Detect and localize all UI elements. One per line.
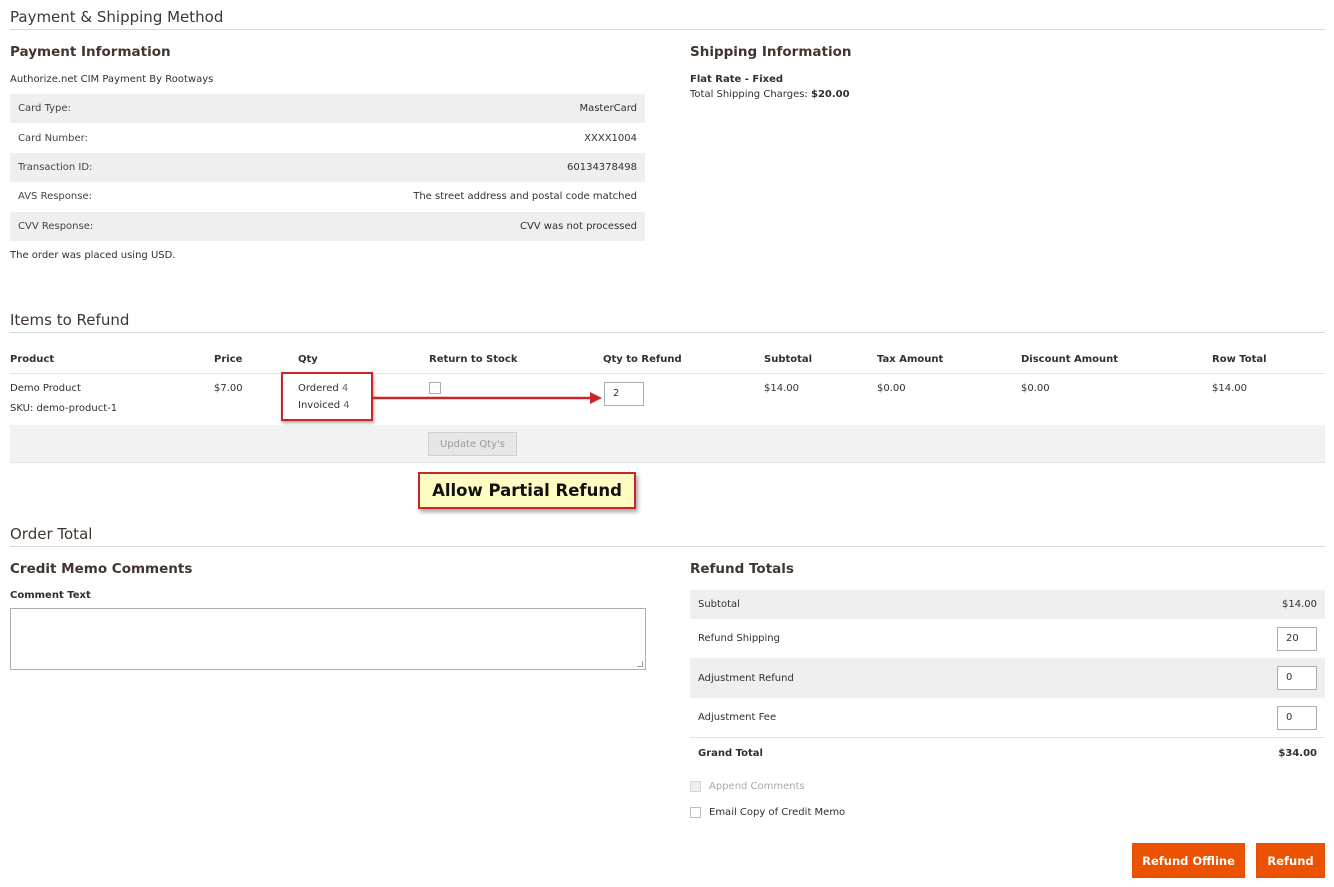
- refund-button[interactable]: Refund: [1256, 843, 1325, 878]
- payment-method-name: Authorize.net CIM Payment By Rootways: [10, 74, 214, 85]
- shipping-information-title: Shipping Information: [690, 44, 852, 60]
- append-comments-option[interactable]: Append Comments: [690, 781, 805, 792]
- shipping-charges-value: $20.00: [811, 89, 850, 100]
- payment-row-label: CVV Response:: [18, 220, 94, 232]
- adjustment-fee-label: Adjustment Fee: [698, 712, 777, 723]
- resize-grip-icon[interactable]: [637, 661, 643, 667]
- qty-to-refund-input[interactable]: 2: [604, 382, 644, 406]
- payment-information-title: Payment Information: [10, 44, 171, 60]
- refund-shipping-input[interactable]: 20: [1277, 626, 1317, 651]
- refund-totals-title: Refund Totals: [690, 561, 794, 577]
- table-row: Demo Product SKU: demo-product-1 $7.00 O…: [10, 374, 1325, 424]
- refund-subtotal-row: Subtotal $14.00: [690, 590, 1325, 619]
- item-discount-amount: $0.00: [1021, 383, 1050, 394]
- grand-total-label: Grand Total: [698, 748, 763, 759]
- section-title-payment-shipping: Payment & Shipping Method: [10, 8, 224, 26]
- payment-row-value: MasterCard: [579, 103, 637, 115]
- column-header-price: Price: [214, 354, 243, 365]
- grand-total-value: $34.00: [1278, 748, 1317, 759]
- payment-row-avs-response: AVS Response: The street address and pos…: [10, 182, 645, 211]
- column-header-qty: Qty: [298, 354, 318, 365]
- item-price: $7.00: [214, 383, 243, 394]
- credit-memo-comments-title: Credit Memo Comments: [10, 561, 193, 577]
- section-divider: [10, 332, 1325, 333]
- payment-row-value: 60134378498: [567, 161, 637, 173]
- column-header-discount-amount: Discount Amount: [1021, 354, 1119, 365]
- refund-subtotal-value: $14.00: [1282, 599, 1317, 610]
- order-currency-note: The order was placed using USD.: [10, 250, 176, 261]
- grand-total-row: Grand Total $34.00: [690, 739, 1325, 768]
- refund-subtotal-label: Subtotal: [698, 599, 740, 610]
- items-table-header: Product Price Qty Return to Stock Qty to…: [10, 352, 1325, 374]
- adjustment-refund-row: Adjustment Refund 0: [690, 658, 1325, 698]
- email-copy-checkbox[interactable]: [690, 807, 701, 818]
- payment-row-cvv-response: CVV Response: CVV was not processed: [10, 211, 645, 241]
- column-header-row-total: Row Total: [1212, 354, 1267, 365]
- payment-details-table: Card Type: MasterCard Card Number: XXXX1…: [10, 94, 645, 241]
- payment-row-card-number: Card Number: XXXX1004: [10, 123, 645, 152]
- payment-row-transaction-id: Transaction ID: 60134378498: [10, 152, 645, 183]
- comment-text-label: Comment Text: [10, 590, 91, 601]
- annotation-label: Allow Partial Refund: [418, 472, 636, 509]
- item-subtotal: $14.00: [764, 383, 799, 394]
- refund-shipping-row: Refund Shipping 20: [690, 619, 1325, 658]
- column-header-subtotal: Subtotal: [764, 354, 813, 365]
- column-header-tax-amount: Tax Amount: [877, 354, 944, 365]
- adjustment-refund-label: Adjustment Refund: [698, 672, 794, 684]
- shipping-method-name: Flat Rate - Fixed: [690, 74, 784, 85]
- append-comments-checkbox[interactable]: [690, 781, 701, 792]
- section-divider: [10, 29, 1325, 30]
- adjustment-fee-input[interactable]: 0: [1277, 705, 1317, 730]
- adjustment-fee-row: Adjustment Fee 0: [690, 698, 1325, 738]
- email-copy-label: Email Copy of Credit Memo: [709, 807, 846, 818]
- update-qtys-button[interactable]: Update Qty's: [428, 432, 517, 456]
- refund-offline-button[interactable]: Refund Offline: [1132, 843, 1245, 878]
- column-header-return-to-stock: Return to Stock: [429, 354, 518, 365]
- payment-row-label: Card Number:: [18, 132, 88, 144]
- payment-row-label: Transaction ID:: [18, 161, 93, 173]
- adjustment-refund-input[interactable]: 0: [1277, 666, 1317, 690]
- payment-row-label: Card Type:: [18, 103, 71, 115]
- item-tax-amount: $0.00: [877, 383, 906, 394]
- column-header-product: Product: [10, 354, 55, 365]
- product-name: Demo Product: [10, 383, 81, 394]
- section-title-order-total: Order Total: [10, 525, 93, 543]
- email-copy-option[interactable]: Email Copy of Credit Memo: [690, 807, 845, 818]
- product-sku: SKU: demo-product-1: [10, 403, 118, 414]
- payment-row-label: AVS Response:: [18, 191, 92, 203]
- append-comments-label: Append Comments: [709, 781, 805, 792]
- column-header-qty-to-refund: Qty to Refund: [603, 354, 682, 365]
- payment-row-value: XXXX1004: [584, 132, 637, 144]
- comment-text-area[interactable]: [10, 608, 646, 670]
- section-title-items-to-refund: Items to Refund: [10, 311, 130, 329]
- annotation-arrow: [372, 392, 602, 404]
- shipping-charges-label: Total Shipping Charges:: [690, 89, 808, 100]
- annotation-highlight-box: [281, 372, 373, 421]
- shipping-charges: Total Shipping Charges: $20.00: [690, 89, 850, 100]
- section-divider: [10, 546, 1325, 547]
- items-actions-bar: Update Qty's: [10, 425, 1325, 463]
- payment-row-value: CVV was not processed: [519, 220, 637, 232]
- refund-shipping-label: Refund Shipping: [698, 633, 780, 644]
- item-row-total: $14.00: [1212, 383, 1247, 394]
- payment-row-card-type: Card Type: MasterCard: [10, 94, 645, 124]
- payment-row-value: The street address and postal code match…: [413, 191, 637, 203]
